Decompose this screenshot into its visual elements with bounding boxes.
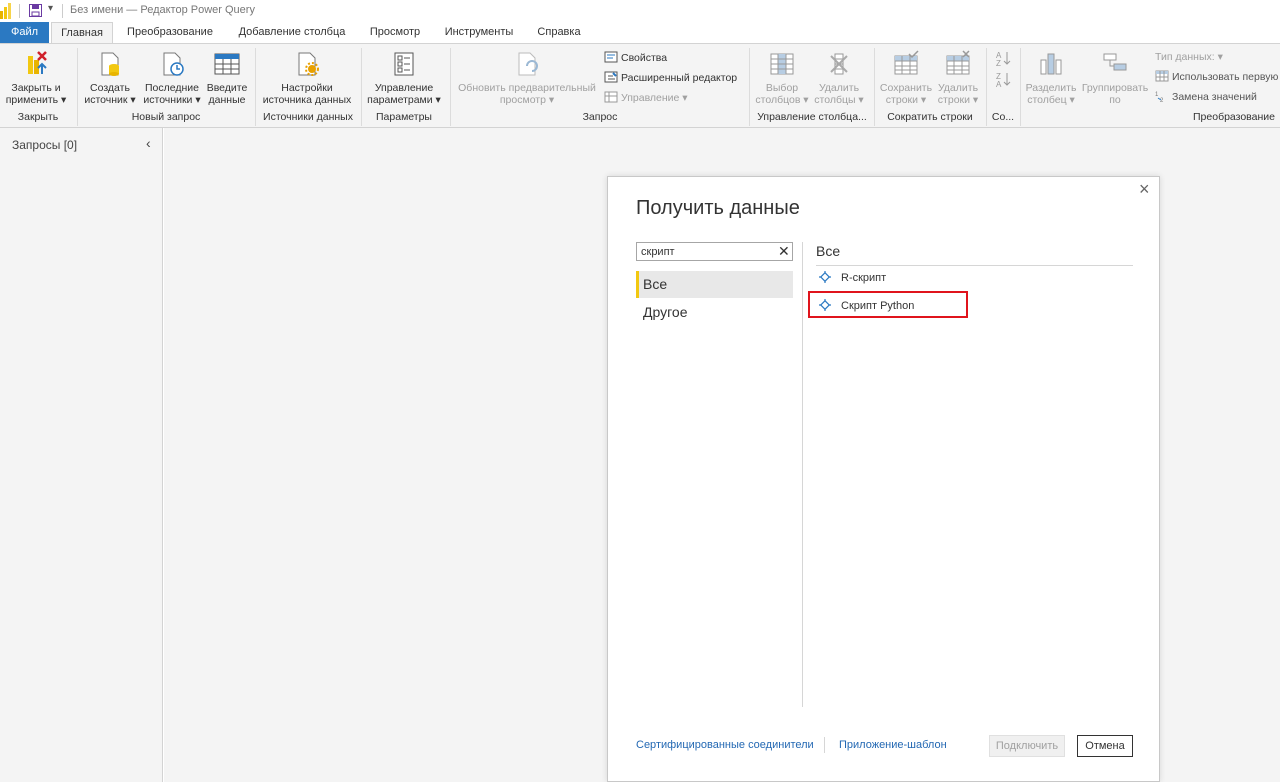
tab-tools[interactable]: Инструменты xyxy=(440,22,518,43)
close-apply-icon xyxy=(28,51,47,74)
use-first-row-icon xyxy=(1155,70,1169,82)
group-by-icon xyxy=(1103,53,1127,71)
replace-values-button[interactable]: 1 2 Замена значений xyxy=(1155,89,1257,105)
save-icon[interactable] xyxy=(29,4,42,17)
properties-icon xyxy=(604,51,618,63)
tab-add-column[interactable]: Добавление столбца xyxy=(232,22,352,43)
refresh-preview-button[interactable]: Обновить предварительный просмотр ▾ xyxy=(454,50,600,106)
group-separator xyxy=(874,48,875,126)
tab-transform[interactable]: Преобразование xyxy=(120,22,220,43)
group-label-transform: Преобразование xyxy=(1193,111,1275,123)
category-other[interactable]: Другое xyxy=(636,299,793,326)
quick-access-dropdown-icon[interactable]: ▾ xyxy=(48,3,53,14)
keep-rows-icon xyxy=(894,50,919,75)
group-label-data-sources: Источники данных xyxy=(263,111,353,123)
results-header: Все xyxy=(816,243,841,259)
recent-sources-icon xyxy=(163,52,184,76)
manage-button[interactable]: Управление ▾ xyxy=(604,90,688,106)
keep-rows-button[interactable]: Сохранить строки ▾ xyxy=(878,50,934,106)
new-source-icon xyxy=(101,52,119,76)
svg-text:Z: Z xyxy=(996,59,1001,66)
divider xyxy=(802,242,803,707)
group-label-new-query: Новый запрос xyxy=(131,111,201,123)
tab-help[interactable]: Справка xyxy=(530,22,588,43)
ribbon-tabs: Файл Главная Преобразование Добавление с… xyxy=(0,22,1280,43)
table-icon xyxy=(214,53,240,75)
new-source-button[interactable]: Создать источник ▾ xyxy=(82,50,138,106)
remove-rows-button[interactable]: Удалить строки ▾ xyxy=(934,50,982,106)
get-data-dialog: × Получить данные ✕ Все Другое Все R-скр… xyxy=(607,176,1160,782)
recent-sources-button[interactable]: Последние источники ▾ xyxy=(141,50,203,106)
group-label-reduce-rows: Сократить строки xyxy=(887,111,973,123)
group-label-parameters: Параметры xyxy=(376,111,432,123)
power-bi-logo-icon xyxy=(0,3,11,19)
choose-columns-button[interactable]: Выбор столбцов ▾ xyxy=(754,50,810,106)
refresh-icon xyxy=(518,52,538,76)
search-box[interactable]: ✕ xyxy=(636,242,793,261)
manage-parameters-button[interactable]: Управление параметрами ▾ xyxy=(364,50,444,106)
parameters-icon xyxy=(394,52,414,76)
data-type-dropdown[interactable]: Тип данных: ▾ xyxy=(1155,49,1223,65)
category-all[interactable]: Все xyxy=(636,271,793,298)
group-label-manage-columns: Управление столбца... xyxy=(757,111,867,123)
connect-button[interactable]: Подключить xyxy=(989,735,1065,757)
data-source-settings-button[interactable]: Настройки источника данных xyxy=(258,50,356,106)
connector-r-script[interactable]: R-скрипт xyxy=(818,267,886,289)
manage-icon xyxy=(604,91,618,103)
tab-home[interactable]: Главная xyxy=(51,22,113,43)
highlight-box xyxy=(808,291,968,318)
group-by-button[interactable]: Группировать по xyxy=(1080,50,1150,106)
close-apply-button[interactable]: Закрыть и применить ▾ xyxy=(4,50,68,106)
separator xyxy=(19,4,20,18)
data-source-settings-icon xyxy=(298,52,319,76)
divider xyxy=(824,737,825,753)
remove-columns-icon xyxy=(830,53,848,75)
choose-columns-icon xyxy=(770,53,794,75)
split-column-button[interactable]: Разделить столбец ▾ xyxy=(1024,50,1078,106)
remove-columns-button[interactable]: Удалить столбцы ▾ xyxy=(812,50,866,106)
enter-data-button[interactable]: Введите данные xyxy=(205,50,249,106)
group-separator xyxy=(450,48,451,126)
separator xyxy=(62,4,63,18)
dialog-title: Получить данные xyxy=(636,197,800,219)
advanced-editor-icon xyxy=(604,71,618,83)
queries-pane: Запросы [0] ‹ xyxy=(0,128,163,782)
advanced-editor-button[interactable]: Расширенный редактор xyxy=(604,70,737,86)
ribbon: Закрыть и применить ▾ Закрыть Создать ис… xyxy=(0,43,1280,128)
template-app-link[interactable]: Приложение-шаблон xyxy=(839,739,947,751)
remove-rows-icon xyxy=(946,50,970,75)
sort-descending-icon[interactable]: ZA xyxy=(996,71,1012,87)
split-column-icon xyxy=(1040,53,1062,75)
group-label-close: Закрыть xyxy=(17,111,59,123)
clear-search-icon[interactable]: ✕ xyxy=(778,243,790,260)
search-input[interactable] xyxy=(641,244,771,259)
tab-view[interactable]: Просмотр xyxy=(362,22,428,43)
script-connector-icon xyxy=(819,271,831,283)
tab-file[interactable]: Файл xyxy=(0,22,49,43)
sort-ascending-icon[interactable]: AZ xyxy=(996,50,1012,66)
chevron-left-icon[interactable]: ‹ xyxy=(146,135,151,151)
group-separator xyxy=(1020,48,1021,126)
group-label-sort: Со... xyxy=(991,111,1015,123)
title-bar: ▾ Без имени — Редактор Power Query xyxy=(0,0,1280,22)
group-label-query: Запрос xyxy=(582,111,618,123)
certified-connectors-link[interactable]: Сертифицированные соединители xyxy=(636,739,814,751)
svg-text:1: 1 xyxy=(1155,92,1159,98)
close-icon[interactable]: × xyxy=(1139,179,1150,200)
group-separator xyxy=(986,48,987,126)
cancel-button[interactable]: Отмена xyxy=(1077,735,1133,757)
use-first-row-button[interactable]: Использовать первую xyxy=(1155,69,1278,85)
svg-text:A: A xyxy=(996,80,1002,87)
divider xyxy=(816,265,1133,266)
queries-label: Запросы [0] xyxy=(12,138,78,152)
replace-values-icon: 12 xyxy=(1155,92,1164,102)
window-title: Без имени — Редактор Power Query xyxy=(70,4,255,16)
properties-button[interactable]: Свойства xyxy=(604,50,667,66)
